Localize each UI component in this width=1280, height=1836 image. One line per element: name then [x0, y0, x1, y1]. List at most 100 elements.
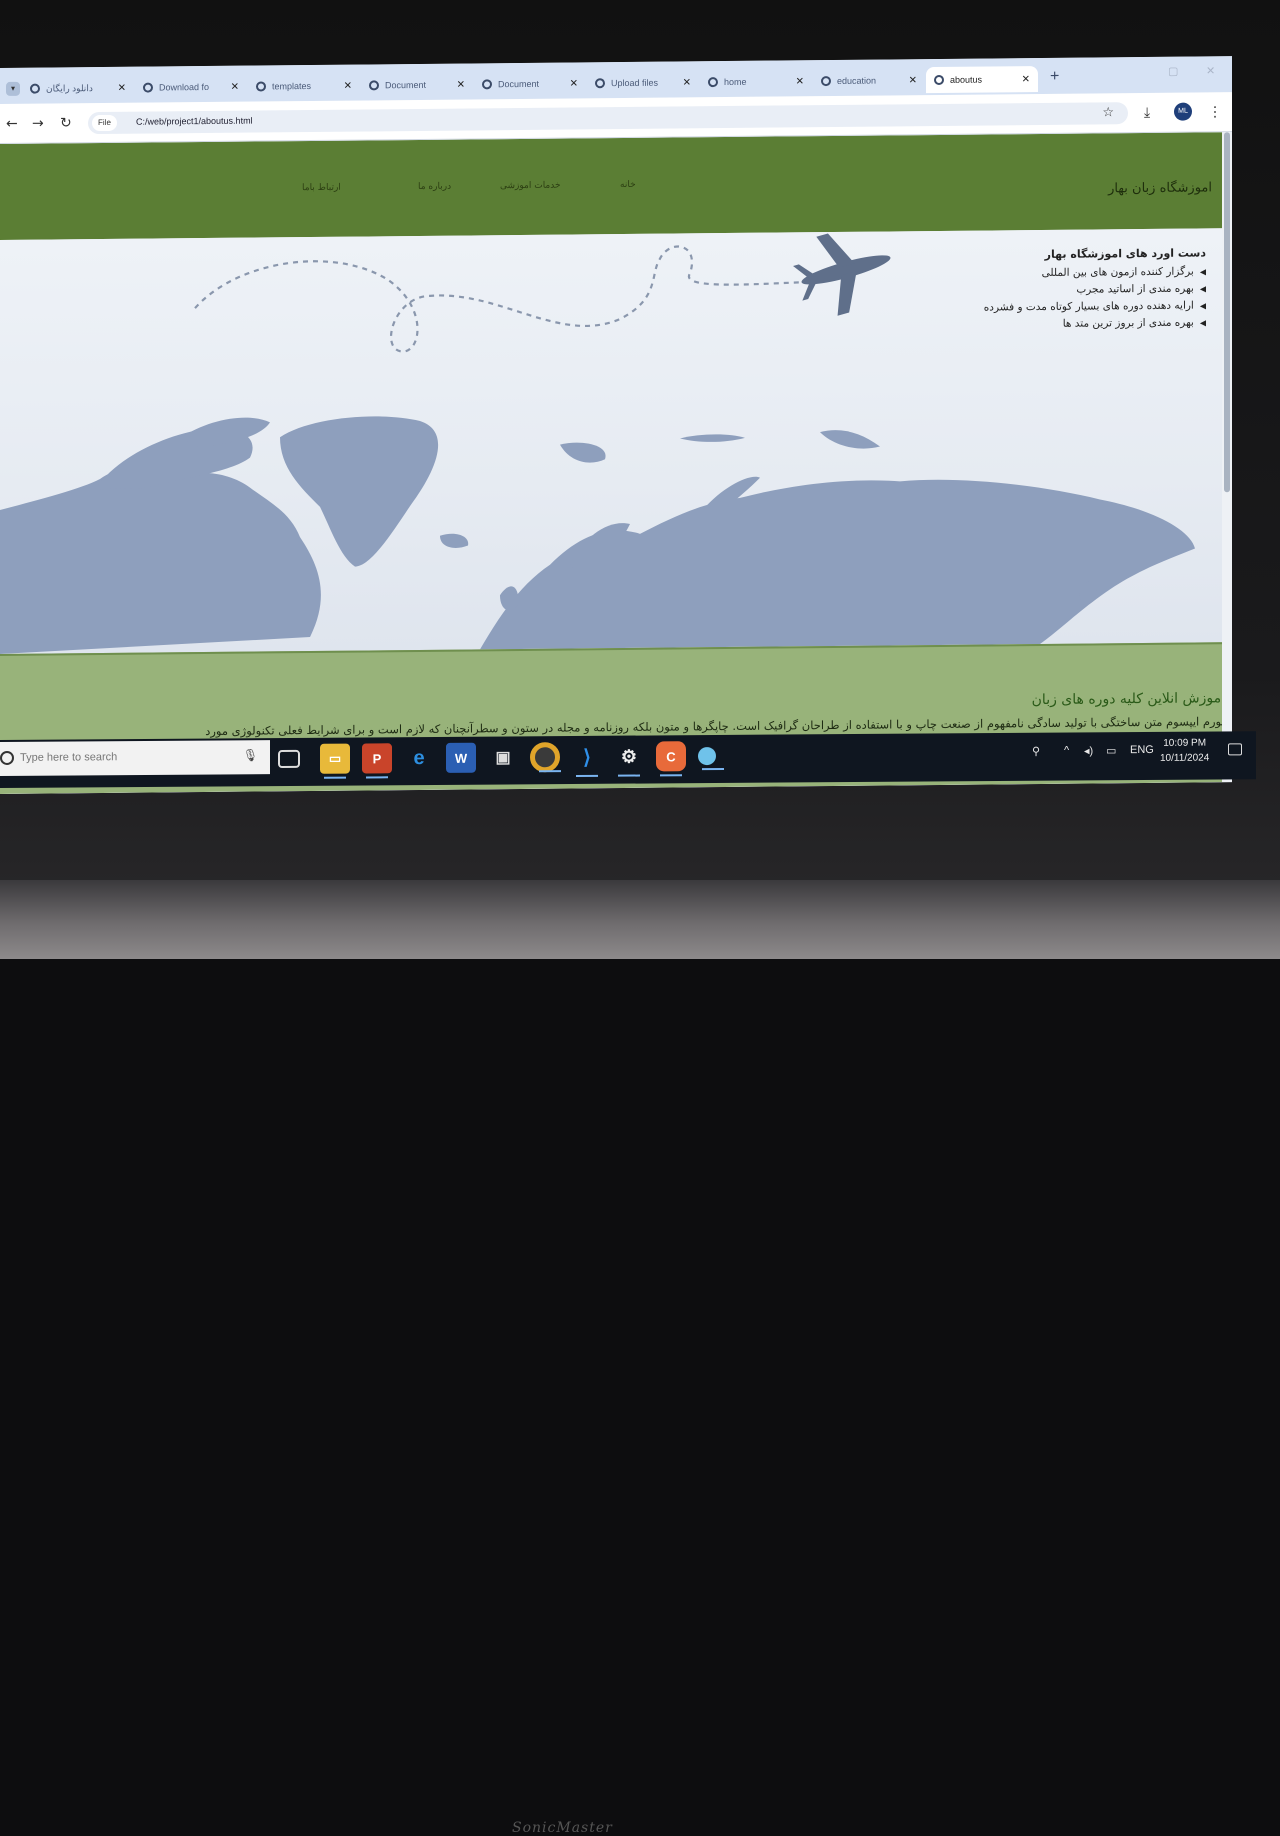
browser-tab[interactable]: Upload files ✕	[587, 69, 699, 96]
tab-label: Document	[385, 79, 427, 91]
settings-gear-icon[interactable]: ⚙	[614, 742, 644, 772]
triangle-bullet-icon: ◀	[1199, 301, 1206, 311]
browser-tab[interactable]: دانلود رایگان ✕	[22, 75, 134, 102]
file-chip[interactable]: File	[92, 114, 117, 132]
menu-kebab-icon[interactable]: ⋮	[1208, 104, 1222, 120]
tab-close-icon[interactable]: ✕	[118, 82, 126, 93]
course-heading: اموزش انلاین کلیه دوره های زبان	[1031, 690, 1225, 709]
powerpoint-icon[interactable]: P	[362, 743, 392, 774]
tab-label: Download fo	[159, 81, 210, 93]
tab-label: Upload files	[611, 77, 659, 89]
browser-tab[interactable]: education ✕	[813, 67, 925, 94]
maximize-icon[interactable]: ▢	[1168, 65, 1178, 78]
back-icon[interactable]: ←	[6, 116, 18, 132]
list-item: ◀بهره مندی از بروز ترین متد ها	[1062, 316, 1206, 330]
chrome-icon[interactable]	[530, 742, 560, 773]
notification-icon[interactable]	[1228, 743, 1242, 756]
laptop-deck: SonicMaster	[0, 880, 1280, 1836]
app-sphere-icon[interactable]	[698, 747, 716, 766]
download-icon[interactable]: ⤓	[1144, 105, 1150, 121]
nav-services[interactable]: خدمات اموزشی	[500, 181, 561, 192]
achievements-list: ◀برگزار کننده ازمون های بین المللی ◀بهره…	[906, 265, 1206, 331]
airplane-icon	[793, 233, 891, 316]
close-window-icon[interactable]: ✕	[1206, 64, 1215, 77]
triangle-bullet-icon: ◀	[1199, 284, 1206, 294]
screen: ▾ دانلود رایگان ✕ Download fo ✕ templates ✕ Do…	[0, 56, 1232, 795]
list-item: ◀ارایه دهنده دوره های بسیار کوتاه مدت و …	[983, 299, 1206, 314]
achievements-heading: دست اورد های اموزشگاه بهار	[1044, 246, 1206, 261]
browser-tab[interactable]: home ✕	[700, 68, 812, 95]
people-icon[interactable]: ⚲	[1032, 745, 1040, 758]
tab-close-icon[interactable]: ✕	[683, 77, 691, 88]
tab-favicon-icon	[30, 83, 40, 94]
app-icon[interactable]: C	[656, 741, 686, 772]
tab-label: education	[837, 75, 877, 86]
bookmark-star-icon[interactable]: ☆	[1102, 105, 1114, 120]
address-bar[interactable]: File C:/web/project1/aboutus.html ☆	[88, 102, 1128, 135]
task-view-icon[interactable]	[278, 749, 300, 769]
tab-favicon-icon	[369, 80, 379, 91]
browser-tab[interactable]: Download fo ✕	[135, 74, 247, 101]
reload-icon[interactable]: ↻	[60, 115, 72, 131]
chevron-up-icon[interactable]: ^	[1064, 745, 1069, 757]
clock-date: 10/11/2024	[1160, 752, 1210, 764]
site-title: اموزشگاه زبان بهار	[1108, 180, 1212, 197]
tab-favicon-icon	[934, 74, 944, 86]
tab-label: home	[724, 76, 747, 88]
nav-about[interactable]: درباره ما	[418, 182, 451, 192]
edge-icon[interactable]: e	[404, 743, 434, 773]
tab-close-icon[interactable]: ✕	[796, 76, 804, 87]
forward-icon[interactable]: →	[32, 116, 44, 132]
profile-avatar[interactable]: ML	[1174, 102, 1192, 121]
battery-icon[interactable]: ▭	[1106, 744, 1116, 757]
nav-home[interactable]: خانه	[620, 180, 636, 190]
hero-section: دست اورد های اموزشگاه بهار ◀برگزار کننده…	[0, 228, 1222, 654]
vscode-icon[interactable]: ⟩	[572, 742, 602, 772]
clock-time: 10:09 PM	[1163, 737, 1207, 749]
list-item: ◀بهره مندی از اساتید مجرب	[1076, 282, 1206, 296]
microphone-icon[interactable]: 🎙	[243, 748, 258, 762]
browser-tab[interactable]: templates ✕	[248, 73, 360, 100]
taskbar-search-box[interactable]: Type here to search 🎙	[0, 740, 270, 776]
tab-label: Document	[498, 78, 540, 90]
flight-path	[194, 245, 801, 353]
word-icon[interactable]: W	[446, 742, 476, 773]
list-item: ◀برگزار کننده ازمون های بین المللی	[1041, 265, 1206, 280]
tab-favicon-icon	[482, 79, 492, 90]
tab-close-icon[interactable]: ✕	[457, 79, 465, 90]
tab-close-icon[interactable]: ✕	[909, 75, 917, 86]
page-scrollbar[interactable]	[1222, 132, 1232, 783]
new-tab-button[interactable]: +	[1050, 68, 1059, 86]
tab-search-icon[interactable]: ▾	[6, 81, 20, 96]
tab-label: templates	[272, 81, 312, 92]
taskbar-clock[interactable]: 10:09 PM 10/11/2024	[1160, 736, 1209, 766]
browser-tab[interactable]: Document ✕	[474, 70, 586, 97]
tab-favicon-icon	[143, 82, 153, 93]
search-placeholder[interactable]: Type here to search	[20, 751, 117, 764]
tab-favicon-icon	[256, 81, 266, 92]
browser-tab[interactable]: aboutus ✕	[926, 66, 1038, 94]
tab-close-icon[interactable]: ✕	[231, 81, 239, 92]
language-indicator[interactable]: ENG	[1130, 744, 1154, 756]
url-text[interactable]: C:/web/project1/aboutus.html	[136, 116, 253, 127]
tab-label: دانلود رایگان	[46, 82, 93, 94]
volume-icon[interactable]: ◂)	[1084, 744, 1093, 757]
search-icon	[0, 750, 14, 765]
file-explorer-icon[interactable]: ▭	[320, 743, 350, 774]
site-header: اموزشگاه زبان بهار خانه خدمات اموزشی درب…	[0, 132, 1222, 240]
tab-favicon-icon	[708, 77, 718, 88]
tab-close-icon[interactable]: ✕	[344, 80, 352, 91]
tab-favicon-icon	[821, 76, 831, 87]
page-viewport: اموزشگاه زبان بهار خانه خدمات اموزشی درب…	[0, 132, 1232, 794]
store-icon[interactable]: ▣	[488, 742, 518, 772]
triangle-bullet-icon: ◀	[1199, 318, 1206, 328]
tab-close-icon[interactable]: ✕	[1022, 74, 1030, 85]
nav-contact[interactable]: ارتباط باما	[302, 183, 341, 193]
tab-close-icon[interactable]: ✕	[570, 78, 578, 89]
browser-tab[interactable]: Document ✕	[361, 71, 473, 98]
scrollbar-thumb[interactable]	[1224, 132, 1230, 493]
windows-taskbar: Type here to search 🎙 ▭ P e W ▣ ⟩ ⚙ C ⚲ …	[0, 731, 1256, 788]
laptop-brand-logo: SonicMaster	[512, 1820, 613, 1836]
triangle-bullet-icon: ◀	[1199, 267, 1206, 277]
achievements-block: دست اورد های اموزشگاه بهار ◀برگزار کننده…	[906, 246, 1206, 336]
